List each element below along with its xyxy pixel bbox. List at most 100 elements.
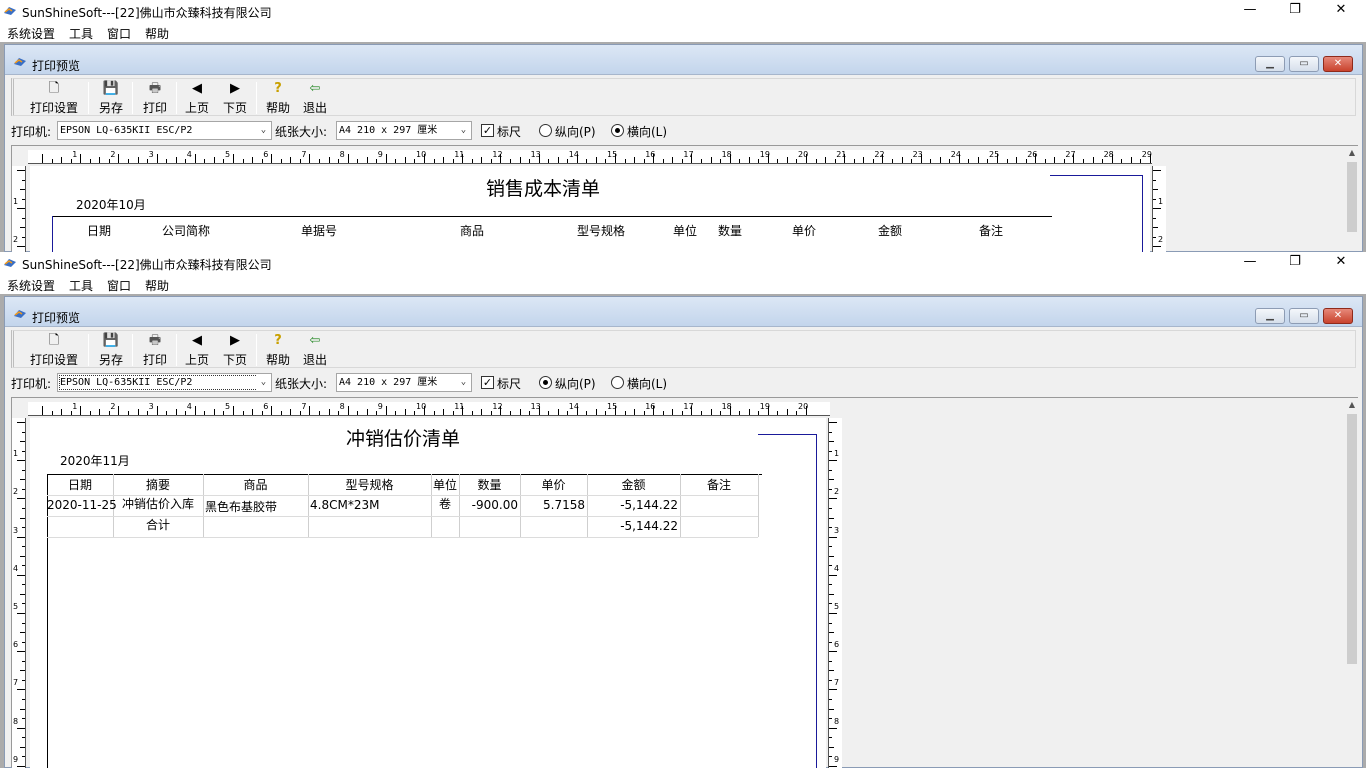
horizontal-ruler: 1 2 3 4 5 6 7 8 9 10 11 12 13 14 15 16 17 18 19 20 21 22 23 24 2… (28, 150, 1152, 164)
ruler-tick (22, 450, 25, 452)
page-setup-button[interactable]: 🗋 打印设置 (28, 81, 80, 116)
report-month: 2020年11月 (60, 454, 130, 468)
ruler-tick (357, 411, 359, 415)
help-button[interactable]: ? 帮助 (263, 333, 293, 368)
print-button[interactable]: 🖶 打印 (140, 333, 170, 368)
landscape-radio[interactable] (611, 376, 624, 389)
child-minimize-button[interactable]: ▁ (1255, 308, 1285, 324)
paper-size-select[interactable]: A4 210 x 297 厘米 ⌄ (336, 373, 472, 392)
child-restore-button[interactable]: ▭ (1289, 308, 1319, 324)
exit-button[interactable]: ⇦ 退出 (300, 333, 330, 368)
child-close-button[interactable]: ✕ (1323, 56, 1353, 72)
toolbar-separator (132, 334, 133, 366)
ruler-tick (137, 157, 139, 163)
ruler-number: 9 (377, 150, 383, 159)
ruler-tick (443, 409, 445, 415)
ruler-tick (481, 409, 483, 415)
ruler-number: 1 (13, 449, 19, 459)
vertical-scrollbar[interactable]: ▲ (1346, 398, 1358, 767)
exit-button[interactable]: ⇦ 退出 (300, 81, 330, 116)
ruler-number: 15 (607, 402, 618, 411)
ruler-tick (1153, 246, 1161, 248)
minimize-icon[interactable]: — (1243, 3, 1257, 17)
minimize-icon[interactable]: — (1243, 255, 1257, 269)
child-title-bar[interactable]: 打印预览 ▁ ▭ ✕ (5, 297, 1362, 327)
ruler-checkbox[interactable]: ✓ (481, 376, 494, 389)
menu-help[interactable]: 帮助 (145, 277, 169, 294)
ruler-number: 12 (492, 402, 503, 411)
title-bar[interactable]: SunShineSoft---[22]佛山市众臻科技有限公司 — ❐ ✕ (0, 252, 1366, 274)
scroll-up-icon[interactable]: ▲ (1346, 146, 1358, 160)
ruler-tick (829, 765, 837, 767)
ruler-tick (20, 189, 25, 191)
scroll-thumb[interactable] (1347, 414, 1357, 664)
ruler-tick (829, 546, 832, 548)
header-rule (47, 474, 762, 475)
ruler-tick (529, 411, 531, 415)
ruler-tick (605, 159, 607, 163)
ruler-tick (108, 159, 110, 163)
scroll-up-icon[interactable]: ▲ (1346, 398, 1358, 412)
print-button[interactable]: 🖶 打印 (140, 81, 170, 116)
next-page-button[interactable]: ▶ 下页 (220, 81, 250, 116)
ruler-tick (233, 406, 234, 415)
ruler-number: 10 (416, 150, 427, 159)
save-as-button[interactable]: 💾 另存 (96, 333, 126, 368)
menu-system-settings[interactable]: 系统设置 (7, 25, 55, 42)
landscape-radio[interactable] (611, 124, 624, 137)
menu-help[interactable]: 帮助 (145, 25, 169, 42)
ruler-tick (299, 411, 301, 415)
page-setup-button[interactable]: 🗋 打印设置 (28, 333, 80, 368)
ruler-tick (1102, 159, 1104, 163)
child-restore-button[interactable]: ▭ (1289, 56, 1319, 72)
ruler-tick (700, 411, 702, 415)
menu-system-settings[interactable]: 系统设置 (7, 277, 55, 294)
child-minimize-button[interactable]: ▁ (1255, 56, 1285, 72)
paper-size-select[interactable]: A4 210 x 297 厘米 ⌄ (336, 121, 472, 140)
next-page-button[interactable]: ▶ 下页 (220, 333, 250, 368)
scroll-thumb[interactable] (1347, 162, 1357, 232)
ruler-number: 23 (912, 150, 923, 159)
ruler-tick (829, 708, 834, 710)
preview-area[interactable]: 1 2 3 4 5 6 7 8 9 10 11 12 13 14 15 16 17 18 19 20 21 22 23 24 2… (11, 145, 1358, 252)
ruler-number: 5 (834, 602, 840, 611)
menu-tools[interactable]: 工具 (69, 25, 93, 42)
restore-icon[interactable]: ❐ (1288, 255, 1302, 269)
close-icon[interactable]: ✕ (1334, 255, 1348, 269)
ruler-number: 22 (874, 150, 885, 159)
child-close-button[interactable]: ✕ (1323, 308, 1353, 324)
ruler-tick (22, 546, 25, 548)
ruler-tick (829, 565, 832, 567)
child-title-bar[interactable]: 打印预览 ▁ ▭ ✕ (5, 45, 1362, 75)
ruler-tick (299, 159, 301, 163)
menu-tools[interactable]: 工具 (69, 277, 93, 294)
prev-page-icon: ◀ (192, 81, 202, 96)
portrait-radio[interactable] (539, 124, 552, 137)
help-button[interactable]: ? 帮助 (263, 81, 293, 116)
ruler-number: 6 (263, 402, 269, 411)
ruler-checkbox[interactable]: ✓ (481, 124, 494, 137)
vertical-scrollbar[interactable]: ▲ (1346, 146, 1358, 251)
portrait-radio[interactable] (539, 376, 552, 389)
ruler-tick (968, 159, 970, 163)
ruler-number: 11 (454, 402, 465, 411)
ruler-tick (786, 409, 788, 415)
printer-select[interactable]: EPSON LQ-635KII ESC/P2 ⌄ (57, 121, 272, 140)
preview-area[interactable]: 1 2 3 4 5 6 7 8 9 10 11 12 13 14 15 16 17 18 19 20 12345678… (11, 397, 1358, 768)
save-as-button[interactable]: 💾 另存 (96, 81, 126, 116)
grid-line (680, 474, 681, 537)
prev-page-button[interactable]: ◀ 上页 (182, 81, 212, 116)
prev-page-button[interactable]: ◀ 上页 (182, 333, 212, 368)
ruler-number: 8 (13, 716, 19, 726)
menu-window[interactable]: 窗口 (107, 25, 131, 42)
restore-icon[interactable]: ❐ (1288, 3, 1302, 17)
ruler-tick (261, 159, 263, 163)
menu-window[interactable]: 窗口 (107, 277, 131, 294)
printer-select[interactable]: EPSON LQ-635KII ESC/P2 ⌄ (57, 373, 272, 392)
ruler-tick (815, 159, 817, 163)
report-page: 销售成本清单 2020年10月 日期 公司简称 单据号 商品 型号规格 单位 数… (30, 166, 1150, 252)
ruler-number: 17 (683, 402, 694, 411)
title-bar[interactable]: SunShineSoft---[22]佛山市众臻科技有限公司 — ❐ ✕ (0, 0, 1366, 22)
preview-toolbar: 🗋 打印设置 💾 另存 🖶 打印 ◀ 上页 ▶ 下页 ? 帮助 ⇦ 退出 (11, 78, 1356, 116)
close-icon[interactable]: ✕ (1334, 3, 1348, 17)
